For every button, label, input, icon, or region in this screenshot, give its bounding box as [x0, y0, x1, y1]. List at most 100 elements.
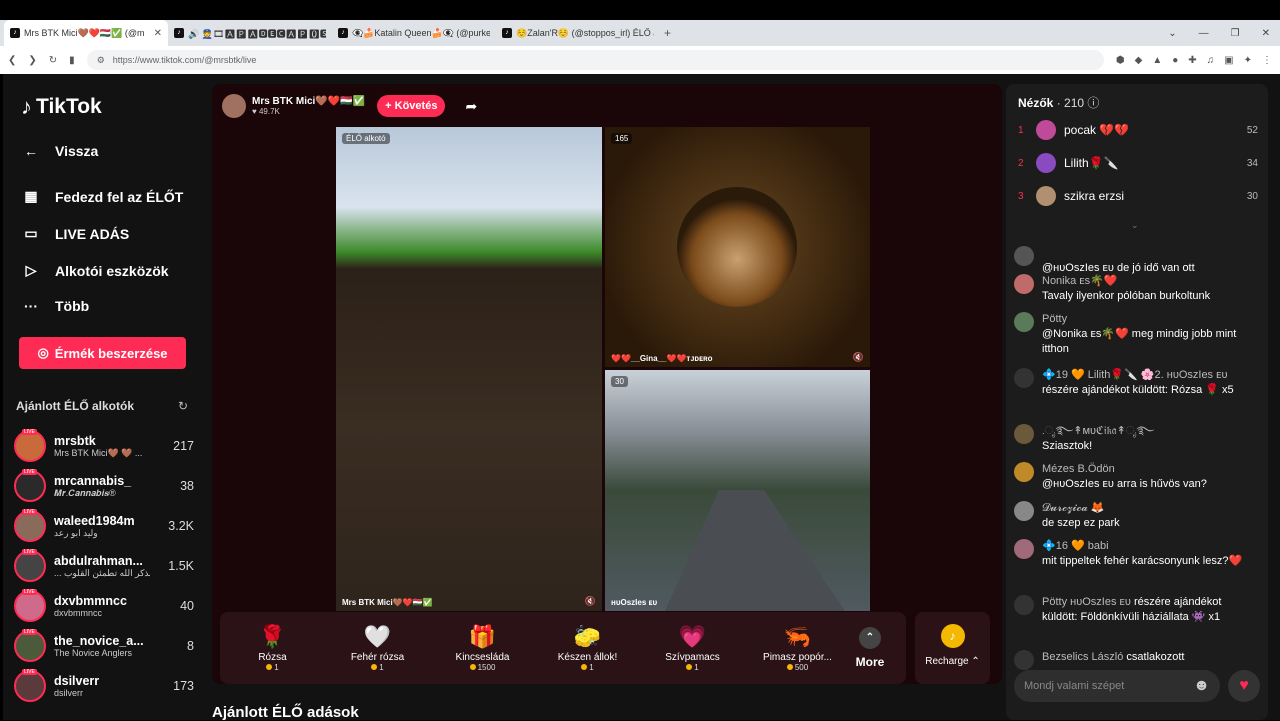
browser-tab[interactable]: ♪ 👁‍🗨🍰Katalin Queen🍰👁‍🗨 (@purkeS: [332, 20, 496, 46]
message-author[interactable]: 𝓓𝓾𝓻𝓬𝔃𝓲𝓬𝓪 🦊: [1042, 502, 1105, 514]
gift-item[interactable]: 🌹 Rózsa 1: [220, 624, 325, 672]
share-icon[interactable]: ➦: [465, 98, 477, 115]
gift-icon: 🧽: [573, 624, 602, 649]
browser-tab[interactable]: ♪ Mrs BTK Mici🤎❤️🇭🇺✅ (@m ✕: [4, 20, 168, 46]
message-author[interactable]: .ೃ࿐↟ᴍᴜℭ𝔦𝔨𝔞↟ೃ࿐: [1042, 425, 1154, 437]
video-guest-1[interactable]: 165 ❤️❤️__Gina__❤️❤️ᴛᴊᴅᴇʀᴏ 🔇: [605, 127, 870, 367]
close-tab-icon[interactable]: ✕: [154, 28, 162, 39]
message-author[interactable]: Pötty: [1042, 313, 1067, 325]
url-field[interactable]: ⚙ https://www.tiktok.com/@mrsbtk/live: [86, 50, 1104, 70]
back-icon[interactable]: ❮: [8, 55, 16, 66]
creator-name: waleed1984m: [54, 513, 135, 528]
forward-icon[interactable]: ❯: [28, 55, 36, 66]
extension-icon[interactable]: ▣: [1224, 55, 1233, 66]
live-creator-badge: ÉLŐ alkotó: [342, 133, 390, 144]
minimize-icon[interactable]: —: [1199, 28, 1209, 39]
avatar[interactable]: [1014, 312, 1034, 332]
extension-icon[interactable]: ●: [1172, 55, 1178, 66]
gift-icon: 🌹: [258, 624, 287, 649]
avatar[interactable]: [1014, 539, 1034, 559]
reload-icon[interactable]: ↻: [49, 55, 57, 66]
chat-input[interactable]: Mondj valami szépet ☻: [1014, 670, 1220, 702]
creator-item[interactable]: LIVE mrcannabis_ 𝑴𝒓.𝑪𝒂𝒏𝒏𝒂𝒃𝒊𝒔® 38: [14, 466, 194, 506]
gift-item[interactable]: 🤍 Fehér rózsa 1: [325, 624, 430, 672]
tiktok-logo[interactable]: ♪ TikTok: [21, 94, 102, 120]
top-viewer-row[interactable]: 2 Lilith🌹🔪 34: [1018, 153, 1258, 173]
follow-button[interactable]: + Követés: [377, 95, 446, 117]
extension-icon[interactable]: ◆: [1135, 55, 1143, 66]
host-avatar[interactable]: [222, 94, 246, 118]
message-author[interactable]: Nonika ᴇs🌴❤️: [1042, 275, 1118, 287]
viewer-score: 30: [1246, 190, 1258, 202]
avatar: LIVE: [14, 429, 46, 462]
message-author[interactable]: 💠19 🧡 Lilith🌹🔪 🌸2. ʜᴜOszIes ᴇᴜ: [1042, 369, 1228, 381]
site-info-icon[interactable]: ⚙: [97, 55, 105, 66]
like-heart-button[interactable]: ♥: [1228, 670, 1260, 702]
avatar: [1036, 153, 1056, 173]
avatar[interactable]: [1014, 246, 1034, 266]
extension-icon[interactable]: ♫: [1207, 55, 1215, 66]
live-badge: LIVE: [22, 469, 37, 475]
extension-icon[interactable]: ✚: [1188, 55, 1196, 66]
emoji-icon[interactable]: ☻: [1193, 677, 1210, 695]
nav-creator-tools[interactable]: ▷ Alkotói eszközök: [21, 262, 169, 279]
avatar[interactable]: [1014, 462, 1034, 482]
message-author[interactable]: Bezselics László: [1042, 651, 1123, 663]
avatar[interactable]: [1014, 424, 1034, 444]
new-tab-button[interactable]: +: [664, 26, 671, 40]
video-guest-2[interactable]: 30 ʜᴜOszIes ᴇᴜ: [605, 370, 870, 611]
extension-icon[interactable]: ✦: [1244, 55, 1252, 66]
avatar[interactable]: [1014, 274, 1034, 294]
top-viewer-row[interactable]: 1 pocak 💔💔 52: [1018, 120, 1258, 140]
viewers-header[interactable]: Nézők · 210 ⓘ: [1018, 94, 1099, 111]
video-host[interactable]: ÉLŐ alkotó Mrs BTK Mici🤎❤️🇭🇺✅ 🔇: [336, 127, 602, 611]
nav-more[interactable]: ··· Több: [21, 298, 89, 314]
creator-item[interactable]: LIVE mrsbtk Mrs BTK Mici🤎 🤎 ... 217: [14, 426, 194, 466]
browser-tab[interactable]: ♪ 🔊 👮🎞🅰🅿🅰🅳🅴🅲🅰🅿🅾🆂🅰: [168, 20, 332, 46]
chevron-down-icon[interactable]: ⌄: [1131, 220, 1139, 231]
coin-icon: [469, 664, 476, 670]
host-name[interactable]: Mrs BTK Mici🤎❤️🇭🇺✅: [252, 96, 365, 107]
close-window-icon[interactable]: ✕: [1262, 28, 1270, 39]
message-author[interactable]: Mézes B.Ödön: [1042, 463, 1115, 475]
creator-item[interactable]: LIVE abdulrahman...... ألا بذكر الله تطم…: [14, 546, 194, 586]
chevron-up-icon: ⌃: [859, 627, 881, 649]
more-gifts-button[interactable]: ⌃ More: [850, 627, 890, 669]
message-author[interactable]: 💠16 🧡 babi: [1042, 540, 1109, 552]
avatar[interactable]: [1014, 650, 1034, 670]
recharge-button[interactable]: ♪ Recharge ⌃: [915, 612, 990, 684]
get-coins-button[interactable]: ◎ Érmék beszerzése: [19, 337, 186, 369]
tab-search-icon[interactable]: ⌄: [1168, 28, 1176, 39]
gift-name: Rózsa: [258, 652, 287, 663]
tiktok-icon: ♪: [174, 28, 184, 38]
creator-item[interactable]: LIVE dxvbmmncc dxvbmmncc 40: [14, 586, 194, 626]
top-viewer-row[interactable]: 3 szikra erzsi 30: [1018, 186, 1258, 206]
nav-go-live[interactable]: ▭ LIVE ADÁS: [21, 225, 129, 242]
restore-icon[interactable]: ❐: [1231, 28, 1240, 39]
nav-explore-live[interactable]: ▦ Fedezd fel az ÉLŐT: [21, 188, 183, 205]
coin-icon: [686, 664, 693, 670]
creator-item[interactable]: LIVE waleed1984m وليد ابو رعد 3.2K: [14, 506, 194, 546]
extension-icon[interactable]: ▲: [1152, 55, 1162, 66]
extension-icon[interactable]: ⬢: [1116, 55, 1125, 66]
guest-score-badge: 165: [611, 133, 633, 144]
message-author[interactable]: Pötty ʜᴜOszIes ᴇᴜ: [1042, 596, 1131, 608]
gift-item[interactable]: 🎁 Kincsesláda 1500: [430, 624, 535, 672]
refresh-icon[interactable]: ↻: [178, 399, 188, 413]
live-badge: LIVE: [22, 429, 37, 435]
creator-item[interactable]: LIVE the_novice_a... The Novice Anglers 8: [14, 626, 194, 666]
message-text: mit tippeltek fehér karácsonyunk lesz?❤️: [1042, 555, 1243, 567]
window-controls: ⌄ — ❐ ✕: [1168, 20, 1270, 46]
avatar[interactable]: [1014, 501, 1034, 521]
gift-item[interactable]: 💗 Szívpamacs 1: [640, 624, 745, 672]
avatar[interactable]: [1014, 368, 1034, 388]
gift-name: Szívpamacs: [665, 652, 720, 663]
menu-icon[interactable]: ⋮: [1262, 55, 1272, 66]
gift-item[interactable]: 🧽 Készen állok! 1: [535, 624, 640, 672]
browser-tab[interactable]: ♪ ☺️Zalan'R☺️ (@stoppos_irl) ÉLŐ ad: [496, 20, 660, 46]
back-link[interactable]: ← Vissza: [21, 143, 98, 159]
gift-item[interactable]: 🦐 Pimasz popór... 500: [745, 624, 850, 672]
avatar[interactable]: [1014, 595, 1034, 615]
bookmark-icon[interactable]: ▮: [69, 55, 75, 66]
creator-item[interactable]: LIVE dsilverr dsilverr 173: [14, 666, 194, 706]
